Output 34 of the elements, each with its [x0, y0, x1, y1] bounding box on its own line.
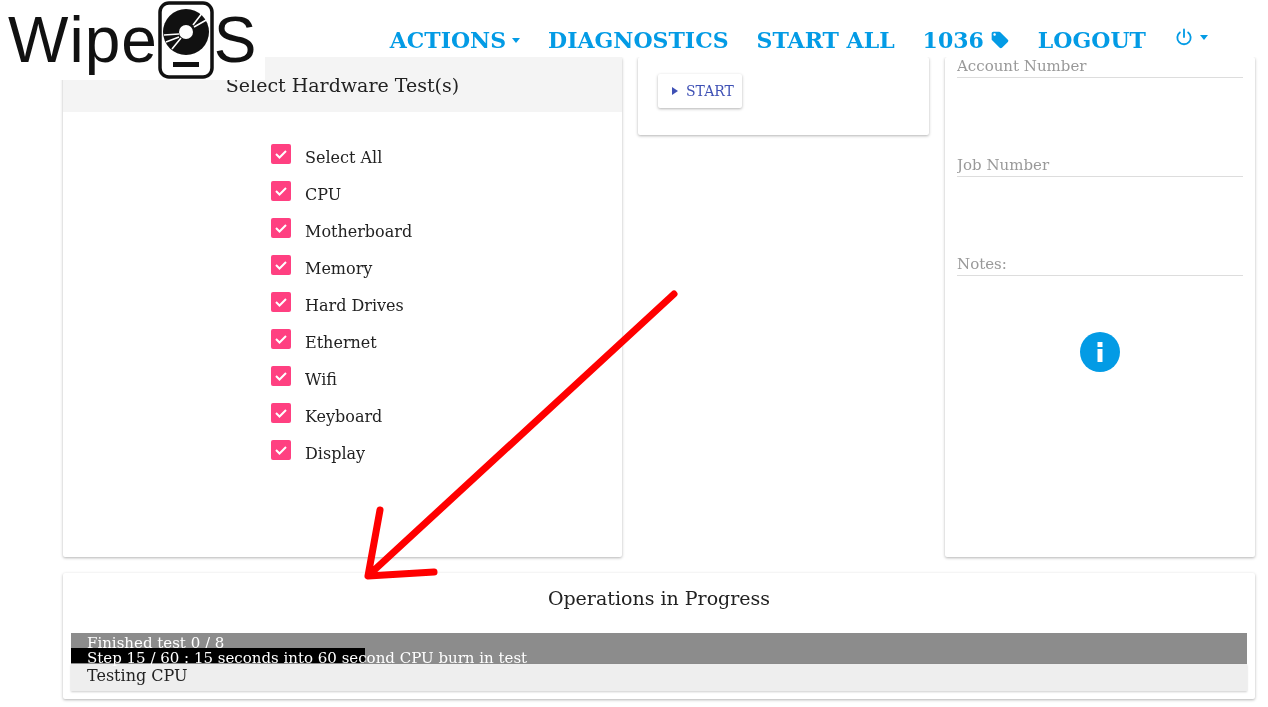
checkbox-label: Motherboard [305, 222, 413, 241]
caret-icon [512, 37, 521, 43]
checkbox-label: Wifi [305, 370, 337, 389]
actions-menu[interactable]: ACTIONS [389, 27, 521, 57]
input-field[interactable]: Account Number [957, 57, 1243, 78]
nav-link[interactable]: DIAGNOSTICS [548, 27, 729, 57]
checkbox[interactable] [271, 254, 291, 275]
checkbox[interactable] [271, 402, 291, 423]
checkbox[interactable] [271, 328, 291, 349]
checkbox-label: Memory [305, 259, 373, 278]
checkbox[interactable] [271, 217, 291, 238]
tag-link[interactable]: 1036 [922, 27, 1010, 57]
play-icon [672, 87, 678, 95]
info-icon[interactable] [1080, 332, 1120, 372]
checkbox[interactable] [271, 143, 291, 164]
checkbox[interactable] [271, 439, 291, 460]
checkbox[interactable] [271, 291, 291, 312]
card-title: Operations in Progress [546, 587, 772, 609]
checkbox-label: CPU [305, 185, 342, 204]
start-button[interactable]: START [658, 74, 742, 108]
nav-link[interactable]: START ALL [756, 27, 895, 57]
power-icon [1174, 27, 1194, 47]
tag-icon [989, 30, 1010, 50]
nav-link[interactable]: LOGOUT [1037, 27, 1146, 57]
checkbox-label: Ethernet [305, 333, 377, 352]
checkbox-label: Display [305, 444, 366, 463]
checkbox[interactable] [271, 180, 291, 201]
checkbox-label: Keyboard [305, 407, 383, 426]
status-text: Testing CPU [71, 664, 1247, 691]
checkbox-label: Select All [305, 148, 383, 167]
input-field[interactable]: Notes: [957, 255, 1243, 276]
checkbox[interactable] [271, 365, 291, 386]
caret-icon [1200, 34, 1208, 40]
checkbox-label: Hard Drives [305, 296, 404, 315]
